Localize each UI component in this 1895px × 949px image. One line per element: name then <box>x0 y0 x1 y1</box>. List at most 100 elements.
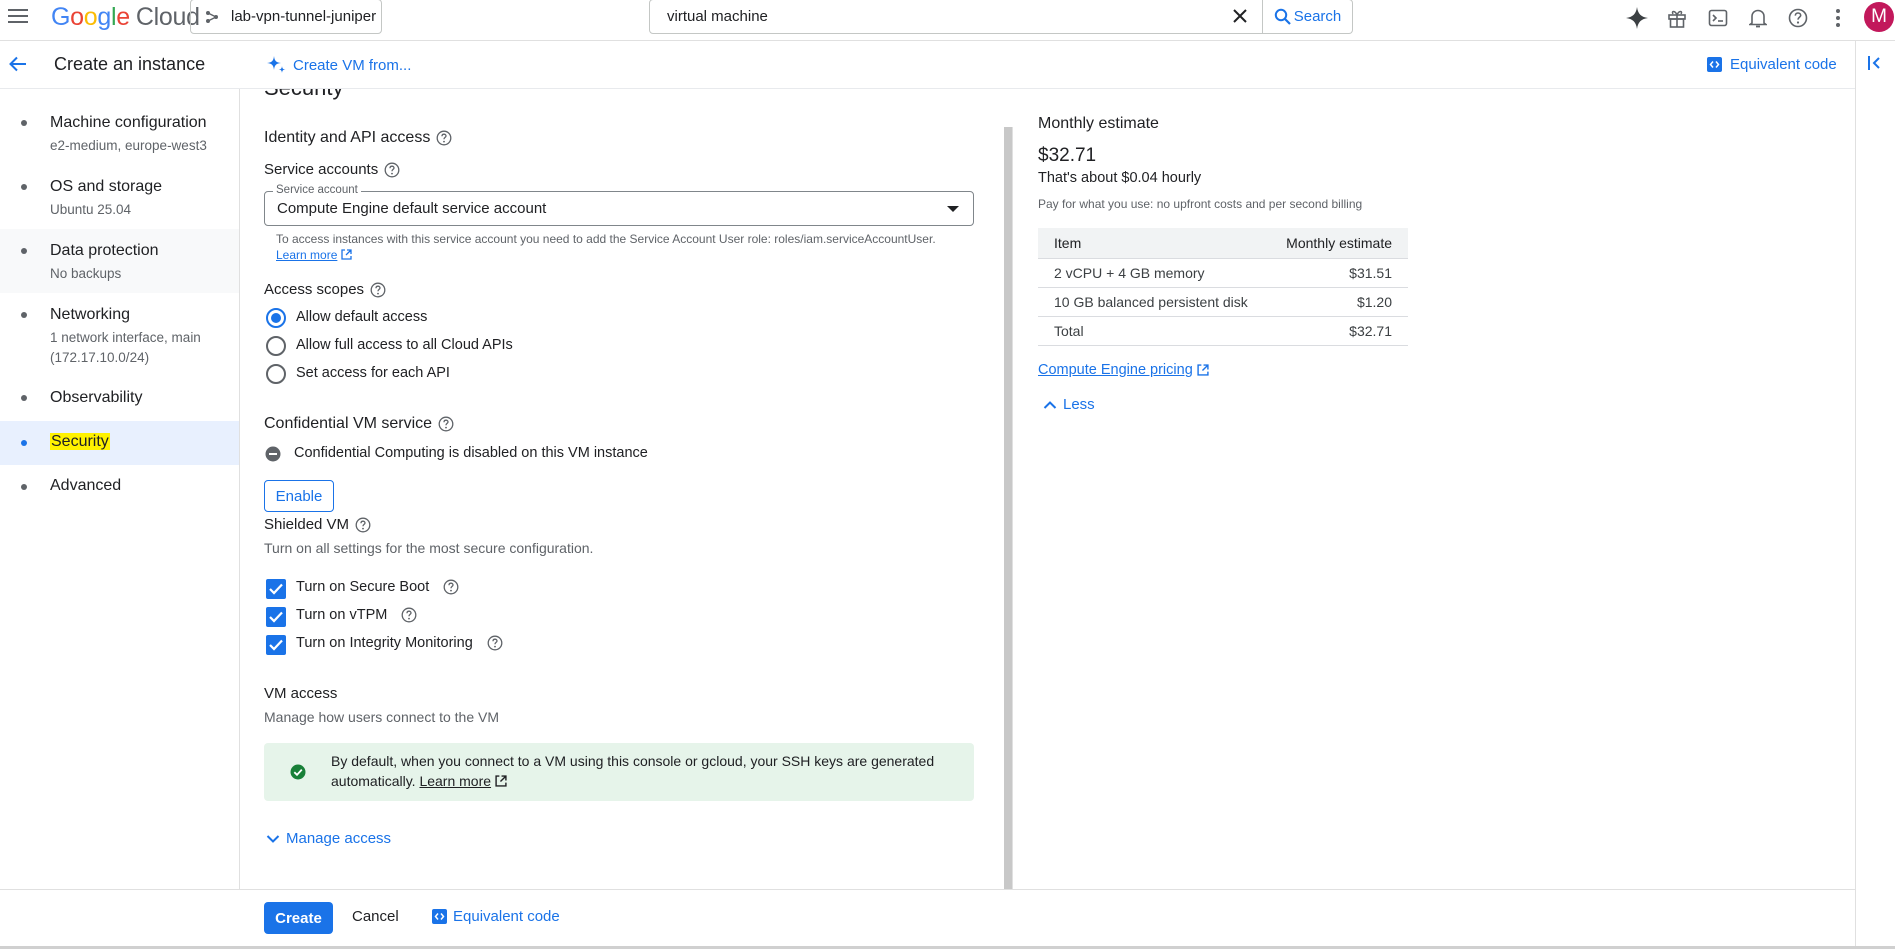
checkmark-icon <box>269 611 283 623</box>
back-arrow-icon[interactable] <box>8 54 28 74</box>
shielded-vm-desc: Turn on all settings for the most secure… <box>264 540 594 556</box>
equivalent-code-button[interactable]: Equivalent code <box>1707 56 1837 73</box>
action-bar: Create Cancel Equivalent code <box>0 889 1855 949</box>
secure-boot-checkbox[interactable] <box>266 579 286 599</box>
chevron-up-icon <box>1043 400 1057 410</box>
vtpm-checkbox[interactable] <box>266 607 286 627</box>
check-circle-icon <box>290 764 306 780</box>
access-scopes-label: Access scopes <box>264 281 386 298</box>
nav-bullet <box>21 120 27 126</box>
top-bar: Google Cloud lab-vpn-tunnel-juniper virtu… <box>0 0 1895 41</box>
nav-item-title: Machine configuration <box>50 114 207 131</box>
scope-label: Allow default access <box>296 309 428 325</box>
gift-icon[interactable] <box>1664 5 1690 31</box>
estimate-title: Monthly estimate <box>1038 115 1159 132</box>
help-icon[interactable] <box>384 162 400 178</box>
confidential-status-text: Confidential Computing is disabled on th… <box>294 445 648 461</box>
right-rail-divider <box>1855 41 1856 949</box>
enable-button[interactable]: Enable <box>264 480 334 512</box>
search-button-label: Search <box>1293 8 1342 25</box>
create-button[interactable]: Create <box>264 902 333 934</box>
shielded-option: Turn on Integrity Monitoring <box>296 635 503 651</box>
create-vm-from-label: Create VM from... <box>293 56 412 74</box>
help-icon[interactable] <box>438 416 454 432</box>
less-label: Less <box>1063 396 1095 413</box>
help-icon[interactable] <box>401 607 417 623</box>
cancel-button[interactable]: Cancel <box>352 908 399 925</box>
help-icon[interactable] <box>355 517 371 533</box>
nav-item-observability[interactable]: Observability <box>0 377 239 421</box>
nav-item-title: Networking <box>50 306 131 323</box>
estimate-hourly: That's about $0.04 hourly <box>1038 170 1202 186</box>
service-account-select[interactable]: Service account Compute Engine default s… <box>264 184 974 226</box>
notifications-icon[interactable] <box>1745 5 1771 31</box>
scope-label: Set access for each API <box>296 365 450 381</box>
help-icon[interactable] <box>487 635 503 651</box>
nav-item-advanced[interactable]: Advanced <box>0 465 239 509</box>
collapse-panel-icon[interactable] <box>1867 55 1883 71</box>
code-icon <box>1707 57 1722 72</box>
nav-item-sub: No backups <box>50 266 122 281</box>
nav-item-sub: Ubuntu 25.04 <box>50 202 132 217</box>
nav-bullet <box>21 184 27 190</box>
google-cloud-logo[interactable]: Google Cloud <box>51 3 200 32</box>
scope-radio-full-access[interactable] <box>266 336 286 356</box>
nav-item-networking[interactable]: Networking 1 network interface, main (17… <box>0 293 239 377</box>
nav-bullet <box>21 312 27 318</box>
gemini-icon[interactable] <box>1624 5 1650 31</box>
help-icon[interactable] <box>436 130 452 146</box>
disabled-status-icon <box>265 446 281 462</box>
scope-radio-each-api[interactable] <box>266 364 286 384</box>
manage-access-label: Manage access <box>286 830 392 847</box>
dropdown-caret-icon <box>947 206 959 212</box>
help-icon[interactable] <box>443 579 459 595</box>
clear-icon[interactable] <box>1232 8 1248 24</box>
chevron-down-icon <box>266 834 280 844</box>
create-vm-from-button[interactable]: Create VM from... <box>265 54 411 76</box>
table-cell: $31.51 <box>1267 258 1408 288</box>
service-accounts-label: Service accounts <box>264 161 400 178</box>
nav-bullet <box>21 484 27 490</box>
external-link-icon <box>495 775 507 787</box>
page-title: Create an instance <box>54 54 206 74</box>
estimate-table: Item Monthly estimate 2 vCPU + 4 GB memo… <box>1038 228 1408 346</box>
manage-access-toggle[interactable]: Manage access <box>266 830 391 847</box>
help-icon[interactable] <box>1785 5 1811 31</box>
table-cell: 10 GB balanced persistent disk <box>1038 287 1268 317</box>
more-options-icon[interactable] <box>1825 5 1851 31</box>
panel-divider <box>1012 127 1013 889</box>
section-nav: Machine configuration e2-medium, europe-… <box>0 89 240 889</box>
scope-label: Allow full access to all Cloud APIs <box>296 337 513 353</box>
search-input[interactable]: virtual machine <box>649 0 1263 34</box>
less-toggle[interactable]: Less <box>1043 396 1095 413</box>
learn-more-link[interactable]: Learn more <box>419 773 491 789</box>
equivalent-code-bottom-button[interactable]: Equivalent code <box>432 908 560 925</box>
vm-access-title: VM access <box>264 685 338 702</box>
scope-radio-default[interactable] <box>266 308 286 328</box>
code-icon <box>432 909 447 924</box>
service-account-help: To access instances with this service ac… <box>276 232 936 262</box>
equivalent-code-label: Equivalent code <box>453 908 560 925</box>
avatar[interactable]: M <box>1864 2 1894 32</box>
identity-api-title: Identity and API access <box>264 129 452 147</box>
main-menu-icon[interactable] <box>8 7 28 25</box>
nav-item-security[interactable]: Security <box>0 421 239 465</box>
table-cell: Total <box>1038 316 1268 346</box>
cloud-shell-icon[interactable] <box>1705 5 1731 31</box>
column-header: Monthly estimate <box>1267 228 1408 259</box>
integrity-monitoring-checkbox[interactable] <box>266 635 286 655</box>
ssh-info-text: By default, when you connect to a VM usi… <box>331 753 935 789</box>
section-title: Security <box>264 89 343 101</box>
search-value: virtual machine <box>667 8 768 25</box>
nav-bullet <box>21 440 27 446</box>
table-row: 10 GB balanced persistent disk $1.20 <box>1038 287 1408 317</box>
project-selector[interactable]: lab-vpn-tunnel-juniper <box>190 0 382 34</box>
nav-item-machine-configuration[interactable]: Machine configuration e2-medium, europe-… <box>0 89 239 153</box>
pricing-link[interactable]: Compute Engine pricing <box>1038 362 1209 378</box>
form-scrollbar[interactable] <box>1004 127 1012 889</box>
learn-more-link[interactable]: Learn more <box>276 248 337 262</box>
help-icon[interactable] <box>370 282 386 298</box>
search-button[interactable]: Search <box>1263 0 1353 34</box>
nav-item-data-protection[interactable]: Data protection No backups <box>0 229 239 293</box>
nav-item-os-and-storage[interactable]: OS and storage Ubuntu 25.04 <box>0 153 239 217</box>
